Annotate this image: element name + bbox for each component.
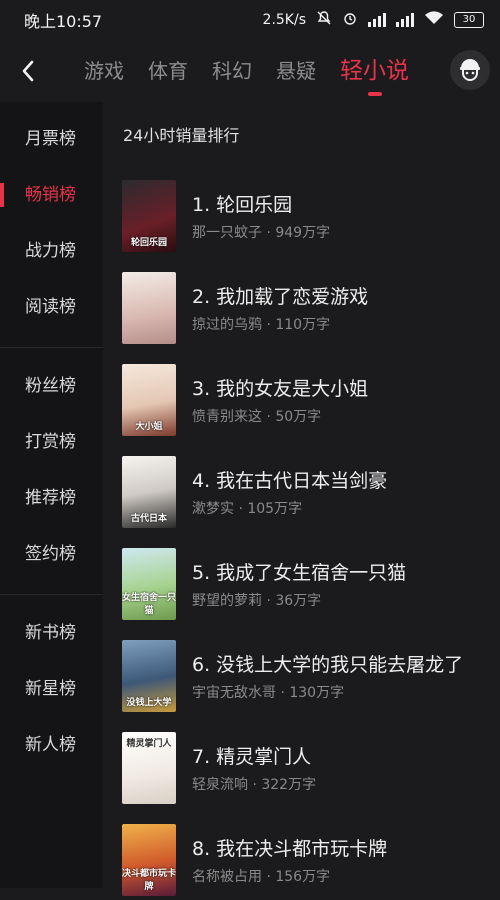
book-title: 1. 轮回乐园 — [192, 194, 293, 216]
book-cover: 轮回乐园 — [122, 180, 176, 252]
sidebar-item-new-authors[interactable]: 新人榜 — [0, 717, 103, 773]
book-meta: 愤青别来这 · 50万字 — [192, 409, 322, 425]
tab-scifi[interactable]: 科幻 — [212, 56, 252, 86]
book-item[interactable]: 古代日本 4. 我在古代日本当剑豪 漱梦实 · 105万字 — [122, 456, 492, 532]
sidebar-divider — [0, 594, 103, 595]
tab-games[interactable]: 游戏 — [84, 56, 124, 86]
book-meta: 野望的萝莉 · 36万字 — [192, 593, 322, 609]
sidebar-item-bestseller[interactable]: 畅销榜 — [0, 167, 103, 223]
top-nav: 游戏 体育 科幻 悬疑 轻小说 — [0, 40, 500, 102]
net-speed: 2.5K/s — [262, 12, 306, 28]
book-cover: 精灵掌门人 — [122, 732, 176, 804]
book-meta: 轻泉流响 · 322万字 — [192, 777, 317, 793]
book-cover: 古代日本 — [122, 456, 176, 528]
book-item[interactable]: 没钱上大学 6. 没钱上大学的我只能去屠龙了 宇宙无敌水哥 · 130万字 — [122, 640, 492, 716]
book-title: 4. 我在古代日本当剑豪 — [192, 470, 388, 492]
book-title: 7. 精灵掌门人 — [192, 746, 312, 768]
tab-sports[interactable]: 体育 — [148, 56, 188, 86]
sidebar-item-new-stars[interactable]: 新星榜 — [0, 661, 103, 717]
sidebar-item-monthly-ticket[interactable]: 月票榜 — [0, 111, 103, 167]
sidebar-item-reading[interactable]: 阅读榜 — [0, 279, 103, 335]
book-meta: 那一只蚊子 · 949万字 — [192, 225, 331, 241]
signal-icon — [368, 13, 386, 27]
book-cover: 没钱上大学 — [122, 640, 176, 712]
book-title: 8. 我在决斗都市玩卡牌 — [192, 838, 388, 860]
back-button[interactable] — [6, 49, 50, 93]
book-meta: 漱梦实 · 105万字 — [192, 501, 303, 517]
book-meta: 名称被占用 · 156万字 — [192, 869, 331, 885]
avatar-button[interactable] — [450, 50, 490, 90]
book-item[interactable]: 2. 我加载了恋爱游戏 掠过的乌鸦 · 110万字 — [122, 272, 492, 348]
mute-icon — [316, 10, 332, 30]
category-tabs: 游戏 体育 科幻 悬疑 轻小说 — [84, 56, 409, 86]
status-icons: 2.5K/s 30 — [263, 10, 484, 30]
tab-light-novel[interactable]: 轻小说 — [340, 56, 409, 86]
book-item[interactable]: 大小姐 3. 我的女友是大小姐 愤青别来这 · 50万字 — [122, 364, 492, 440]
book-item[interactable]: 女生宿舍一只猫 5. 我成了女生宿舍一只猫 野望的萝莉 · 36万字 — [122, 548, 492, 624]
sidebar-item-fans[interactable]: 粉丝榜 — [0, 358, 103, 414]
signal-icon — [396, 13, 414, 27]
sidebar-item-tips[interactable]: 打赏榜 — [0, 414, 103, 470]
book-title: 2. 我加载了恋爱游戏 — [192, 286, 369, 308]
status-bar: 晚上10:57 2.5K/s 30 — [0, 0, 500, 40]
list-title: 24小时销量排行 — [123, 126, 240, 145]
book-cover: 大小姐 — [122, 364, 176, 436]
book-cover: 决斗都市玩卡牌 — [122, 824, 176, 896]
ranking-list: 24小时销量排行 轮回乐园 1. 轮回乐园 那一只蚊子 · 949万字 2. 我… — [103, 102, 500, 896]
sidebar-item-power[interactable]: 战力榜 — [0, 223, 103, 279]
sidebar-divider — [0, 347, 103, 348]
sidebar-item-new-books[interactable]: 新书榜 — [0, 605, 103, 661]
book-title: 6. 没钱上大学的我只能去屠龙了 — [192, 654, 464, 676]
book-title: 5. 我成了女生宿舍一只猫 — [192, 562, 407, 584]
rank-sidebar: 月票榜 畅销榜 战力榜 阅读榜 粉丝榜 打赏榜 推荐榜 签约榜 新书榜 新星榜 … — [0, 102, 103, 888]
sidebar-item-recommend[interactable]: 推荐榜 — [0, 470, 103, 526]
book-item[interactable]: 轮回乐园 1. 轮回乐园 那一只蚊子 · 949万字 — [122, 180, 492, 256]
status-time: 晚上10:57 — [24, 12, 103, 31]
book-cover: 女生宿舍一只猫 — [122, 548, 176, 620]
avatar-icon — [460, 59, 480, 81]
alarm-icon — [342, 10, 358, 30]
wifi-icon — [424, 10, 444, 30]
book-title: 3. 我的女友是大小姐 — [192, 378, 369, 400]
battery-icon: 30 — [454, 12, 484, 28]
tab-mystery[interactable]: 悬疑 — [276, 56, 316, 86]
book-cover — [122, 272, 176, 344]
book-item[interactable]: 决斗都市玩卡牌 8. 我在决斗都市玩卡牌 名称被占用 · 156万字 — [122, 824, 492, 900]
back-arrow-icon — [22, 60, 34, 82]
sidebar-item-signed[interactable]: 签约榜 — [0, 526, 103, 582]
book-meta: 宇宙无敌水哥 · 130万字 — [192, 685, 345, 701]
book-meta: 掠过的乌鸦 · 110万字 — [192, 317, 331, 333]
book-item[interactable]: 精灵掌门人 7. 精灵掌门人 轻泉流响 · 322万字 — [122, 732, 492, 808]
